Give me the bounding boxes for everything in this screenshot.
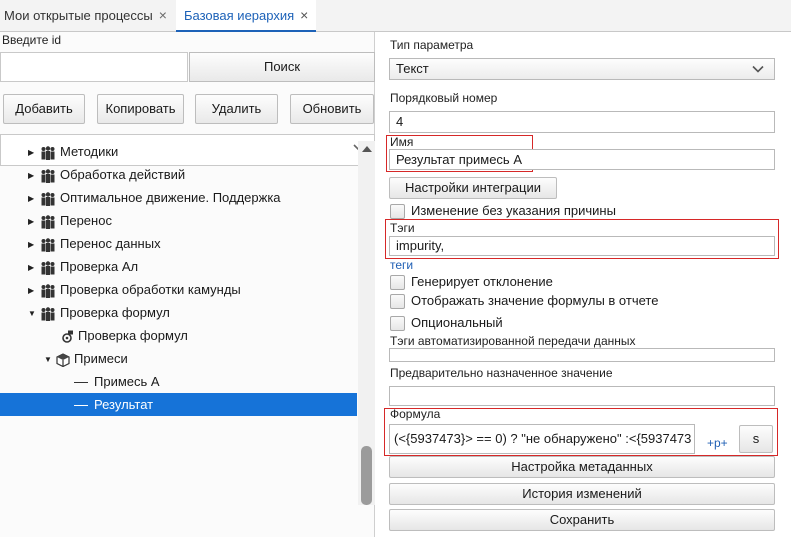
people-group-icon — [41, 306, 55, 321]
name-label: Имя — [390, 135, 414, 149]
change-history-button[interactable]: История изменений — [389, 483, 775, 505]
tree-node-proverka-kamundy[interactable]: ▶ Проверка обработки камунды — [28, 278, 241, 301]
order-label: Порядковый номер — [390, 91, 498, 105]
auto-tags-input[interactable] — [389, 348, 775, 362]
gear-formula-icon — [62, 330, 73, 343]
tree-node-label: Проверка обработки камунды — [60, 282, 241, 297]
cube-icon — [56, 352, 70, 367]
dash-icon — [74, 405, 88, 407]
tags-input[interactable]: impurity, — [389, 236, 775, 256]
checkbox-box[interactable] — [390, 204, 405, 220]
tab-label: Базовая иерархия — [184, 8, 295, 23]
tree-node-proverka-al[interactable]: ▶ Проверка Ал — [28, 255, 138, 278]
expand-arrow-icon[interactable]: ▶ — [28, 256, 38, 279]
tree-scrollbar[interactable] — [358, 141, 375, 505]
save-button[interactable]: Сохранить — [389, 509, 775, 531]
no-reason-label: Изменение без указания причины — [411, 203, 616, 218]
people-group-icon — [41, 168, 55, 183]
tree-node-metodiki[interactable]: ▶ Методики — [28, 141, 118, 163]
tab-base-hierarchy[interactable]: Базовая иерархия × — [176, 0, 317, 32]
hierarchy-tree: ▶ Методики ▶ Обработка действий ▶ Оптимальн… — [0, 141, 360, 505]
checkbox-box[interactable] — [390, 275, 405, 291]
tree-node-obrabotka[interactable]: ▶ Обработка действий — [28, 163, 185, 186]
expand-arrow-icon[interactable]: ▶ — [28, 164, 38, 187]
tree-node-label: Перенос данных — [60, 236, 161, 251]
show-formula-label: Отображать значение формулы в отчете — [411, 293, 659, 308]
tree-node-label: Перенос — [60, 213, 112, 228]
id-label: Введите id — [2, 33, 62, 47]
close-icon[interactable]: × — [159, 7, 167, 23]
tab-bar: Мои открытые процессы × Базовая иерархия × — [0, 0, 791, 32]
collapse-arrow-icon[interactable]: ▼ — [44, 348, 54, 371]
id-input[interactable] — [0, 52, 188, 82]
scrollbar-thumb[interactable] — [361, 446, 372, 505]
optional-checkbox[interactable]: Опциональный — [390, 314, 503, 332]
preset-input[interactable] — [389, 386, 775, 406]
param-type-label: Тип параметра — [390, 38, 474, 52]
tree-node-label: Результат — [94, 397, 154, 412]
people-group-icon — [41, 145, 55, 160]
close-icon[interactable]: × — [300, 7, 308, 23]
tree-node-perenos[interactable]: ▶ Перенос — [28, 209, 112, 232]
search-button[interactable]: Поиск — [189, 52, 375, 82]
tree-node-label: Проверка формул — [78, 328, 188, 343]
expand-arrow-icon[interactable]: ▶ — [28, 279, 38, 302]
auto-tags-label: Тэги автоматизированной передачи данных — [390, 334, 636, 348]
parameter-form: Тип параметра Текст Порядковый номер 4 И… — [376, 32, 791, 537]
formula-label: Формула — [390, 407, 441, 421]
tags-label: Тэги — [390, 221, 415, 235]
param-type-value: Текст — [396, 61, 429, 76]
insert-parameter-link[interactable]: +p+ — [707, 436, 728, 450]
deviation-checkbox[interactable]: Генерирует отклонение — [390, 273, 553, 291]
chevron-down-icon — [752, 65, 764, 73]
scroll-up-icon[interactable] — [362, 146, 372, 152]
collapse-arrow-icon[interactable]: ▼ — [28, 302, 38, 325]
expand-arrow-icon[interactable]: ▶ — [28, 187, 38, 210]
people-group-icon — [41, 237, 55, 252]
tags-link[interactable]: теги — [390, 258, 413, 272]
tree-node-label: Примеси — [74, 351, 128, 366]
checkbox-box[interactable] — [390, 294, 405, 310]
name-input[interactable]: Результат примесь А — [389, 149, 775, 170]
tree-node-proverka-formul-group[interactable]: ▼ Проверка формул — [28, 301, 170, 324]
delete-button[interactable]: Удалить — [195, 94, 278, 124]
preset-label: Предварительно назначенное значение — [390, 366, 613, 380]
optional-label: Опциональный — [411, 315, 503, 330]
tree-node-proverka-formul-item[interactable]: Проверка формул — [58, 324, 188, 347]
s-button[interactable]: s — [739, 425, 773, 453]
people-group-icon — [41, 214, 55, 229]
tree-node-label: Обработка действий — [60, 167, 186, 182]
formula-input[interactable]: (<{5937473}> == 0) ? "не обнаружено" :<{… — [389, 424, 695, 454]
tree-node-label: Методики — [60, 144, 119, 159]
expand-arrow-icon[interactable]: ▶ — [28, 210, 38, 233]
order-input[interactable]: 4 — [389, 111, 775, 133]
checkbox-box[interactable] — [390, 316, 405, 332]
expand-arrow-icon[interactable]: ▶ — [28, 141, 38, 164]
copy-button[interactable]: Копировать — [97, 94, 184, 124]
tree-node-primesi[interactable]: ▼ Примеси — [44, 347, 128, 370]
people-group-icon — [41, 191, 55, 206]
no-reason-checkbox[interactable]: Изменение без указания причины — [390, 202, 616, 220]
expand-arrow-icon[interactable]: ▶ — [28, 233, 38, 256]
metadata-settings-button[interactable]: Настройка метаданных — [389, 456, 775, 478]
add-button[interactable]: Добавить — [3, 94, 85, 124]
dash-icon — [74, 382, 88, 384]
tree-node-primes-a[interactable]: Примесь А — [74, 370, 160, 393]
integration-settings-button[interactable]: Настройки интеграции — [389, 177, 557, 199]
tree-node-label: Проверка формул — [60, 305, 170, 320]
tree-node-optimal[interactable]: ▶ Оптимальное движение. Поддержка — [28, 186, 281, 209]
people-group-icon — [41, 260, 55, 275]
tree-node-label: Проверка Ал — [60, 259, 139, 274]
tree-node-label: Оптимальное движение. Поддержка — [60, 190, 281, 205]
tab-label: Мои открытые процессы — [4, 8, 153, 23]
deviation-label: Генерирует отклонение — [411, 274, 553, 289]
param-type-select[interactable]: Текст — [389, 58, 775, 80]
show-formula-checkbox[interactable]: Отображать значение формулы в отчете — [390, 292, 658, 310]
tree-node-rezultat[interactable]: Результат — [0, 393, 357, 416]
tab-my-open-processes[interactable]: Мои открытые процессы × — [4, 0, 167, 32]
people-group-icon — [41, 283, 55, 298]
tree-node-perenos-dannyh[interactable]: ▶ Перенос данных — [28, 232, 161, 255]
refresh-button[interactable]: Обновить — [290, 94, 374, 124]
tree-node-label: Примесь А — [94, 374, 160, 389]
